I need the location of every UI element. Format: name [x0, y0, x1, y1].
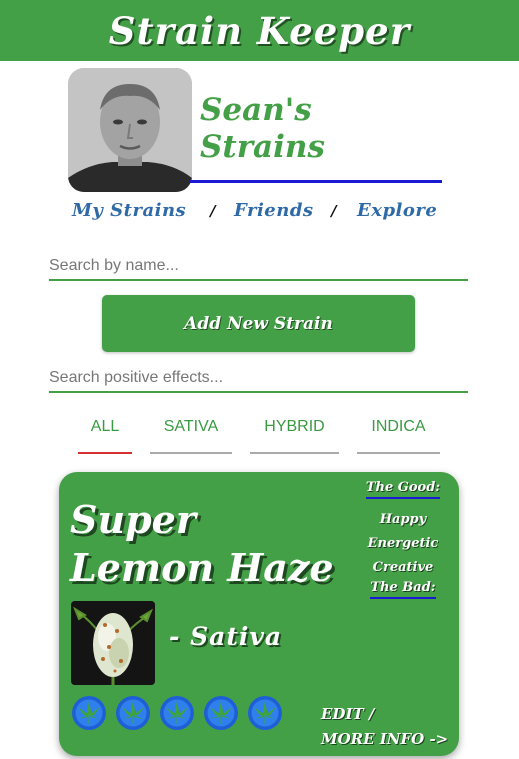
app-title: Strain Keeper [108, 8, 411, 53]
profile-title: Sean's Strains [200, 92, 440, 166]
strain-name-line1: Super [70, 497, 196, 542]
tab-sativa[interactable]: SATIVA [150, 414, 232, 454]
nav-explore[interactable]: Explore [357, 200, 437, 221]
effect-item: Creative [372, 560, 434, 575]
tab-indica[interactable]: INDICA [357, 414, 440, 454]
edit-link-label: EDIT / [321, 705, 375, 723]
strain-effects: The Good: Happy Energetic Creative The B… [359, 480, 447, 608]
cannabis-leaf-icon [160, 696, 194, 730]
nav-friends[interactable]: Friends [234, 200, 314, 221]
tab-all[interactable]: ALL [78, 414, 132, 454]
cannabis-leaf-icon [116, 696, 150, 730]
good-effects-heading: The Good: [365, 480, 441, 499]
effect-item: Energetic [367, 536, 439, 551]
strain-name-line2: Lemon Haze [70, 545, 334, 590]
effect-item: Happy [379, 512, 427, 527]
cannabis-leaf-icon [204, 696, 238, 730]
profile-title-line1: Sean's [200, 92, 312, 128]
profile-title-underline [190, 180, 442, 183]
bad-effects-heading: The Bad: [370, 580, 436, 599]
strain-card[interactable]: Super Lemon Haze The Good: Happy Energet… [59, 472, 459, 756]
profile-title-line2: Strains [200, 129, 325, 165]
nav-separator: / [210, 202, 216, 220]
strain-name: Super Lemon Haze [70, 496, 350, 592]
edit-more-info-link[interactable]: EDIT / MORE INFO -> [321, 702, 448, 752]
cannabis-leaf-icon [248, 696, 282, 730]
search-name-input[interactable] [49, 253, 468, 281]
avatar [68, 68, 192, 192]
cannabis-leaf-icon [72, 696, 106, 730]
nav-my-strains[interactable]: My Strains [72, 200, 186, 221]
more-info-link-label: MORE INFO -> [321, 730, 449, 748]
tab-hybrid[interactable]: HYBRID [250, 414, 339, 454]
profile-nav: My Strains / Friends / Explore [0, 200, 519, 228]
strain-type: - Sativa [169, 622, 283, 651]
add-new-strain-button[interactable]: Add New Strain [102, 295, 415, 352]
nav-separator: / [331, 202, 337, 220]
strain-photo [71, 601, 155, 685]
search-effects-input[interactable] [49, 365, 468, 393]
app-header: Strain Keeper [0, 0, 519, 61]
